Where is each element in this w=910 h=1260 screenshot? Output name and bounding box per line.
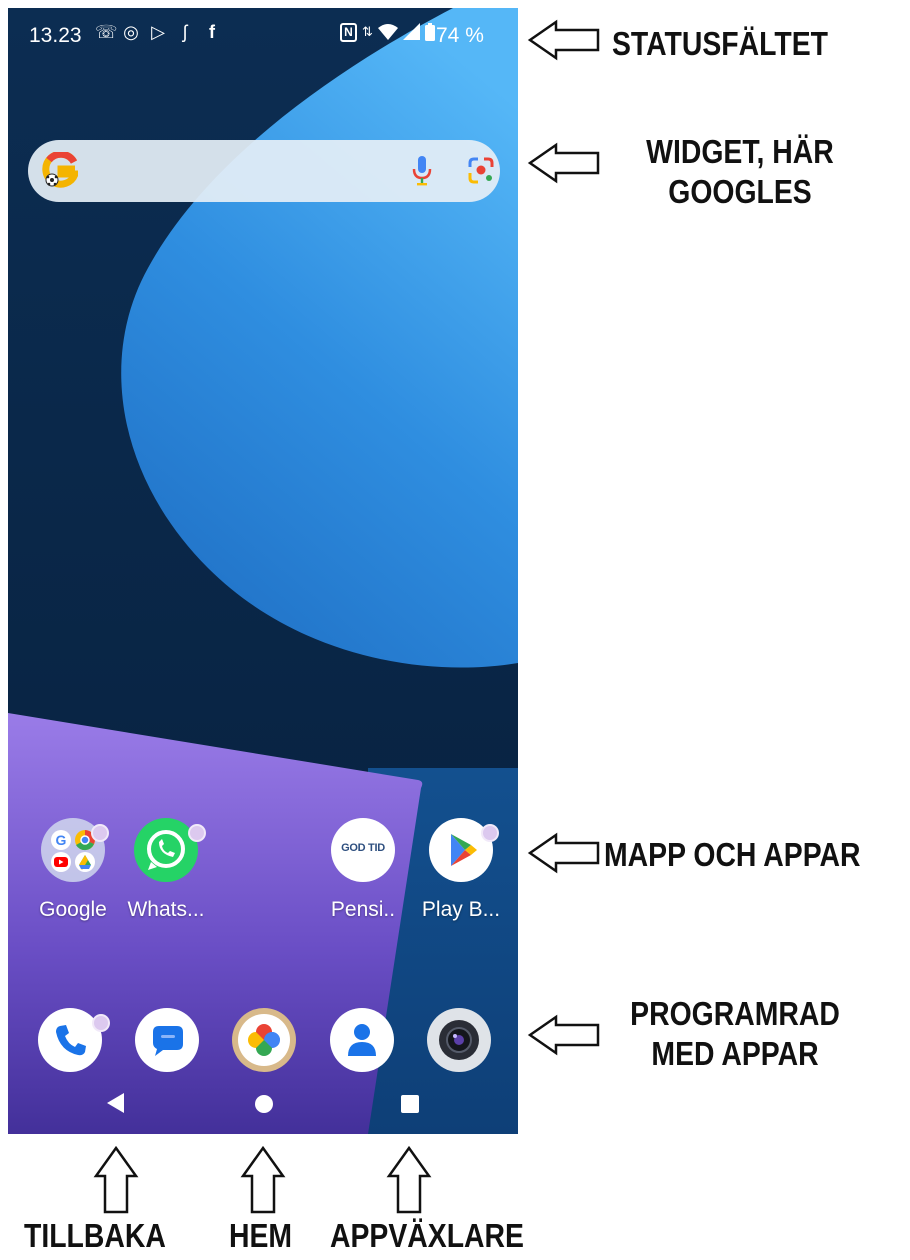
arrow-left-icon	[527, 1014, 600, 1056]
arrow-left-icon	[527, 832, 600, 874]
annotation-dock: PROGRAMRAD MED APPAR	[630, 995, 840, 1072]
arrow-up-icon	[386, 1145, 432, 1214]
annotation-back: TILLBAKA	[24, 1217, 166, 1254]
annotation-home: HEM	[229, 1217, 293, 1254]
arrow-left-icon	[527, 142, 600, 184]
annotation-apps: MAPP OCH APPAR	[604, 836, 861, 873]
annotation-recents: APPVÄXLARE	[330, 1217, 524, 1254]
arrow-up-icon	[93, 1145, 139, 1214]
annotation-statusbar: STATUSFÄLTET	[612, 25, 828, 62]
arrow-left-icon	[527, 19, 600, 61]
annotation-widget: WIDGET, HÄR GOOGLES	[646, 133, 834, 210]
arrow-up-icon	[240, 1145, 286, 1214]
